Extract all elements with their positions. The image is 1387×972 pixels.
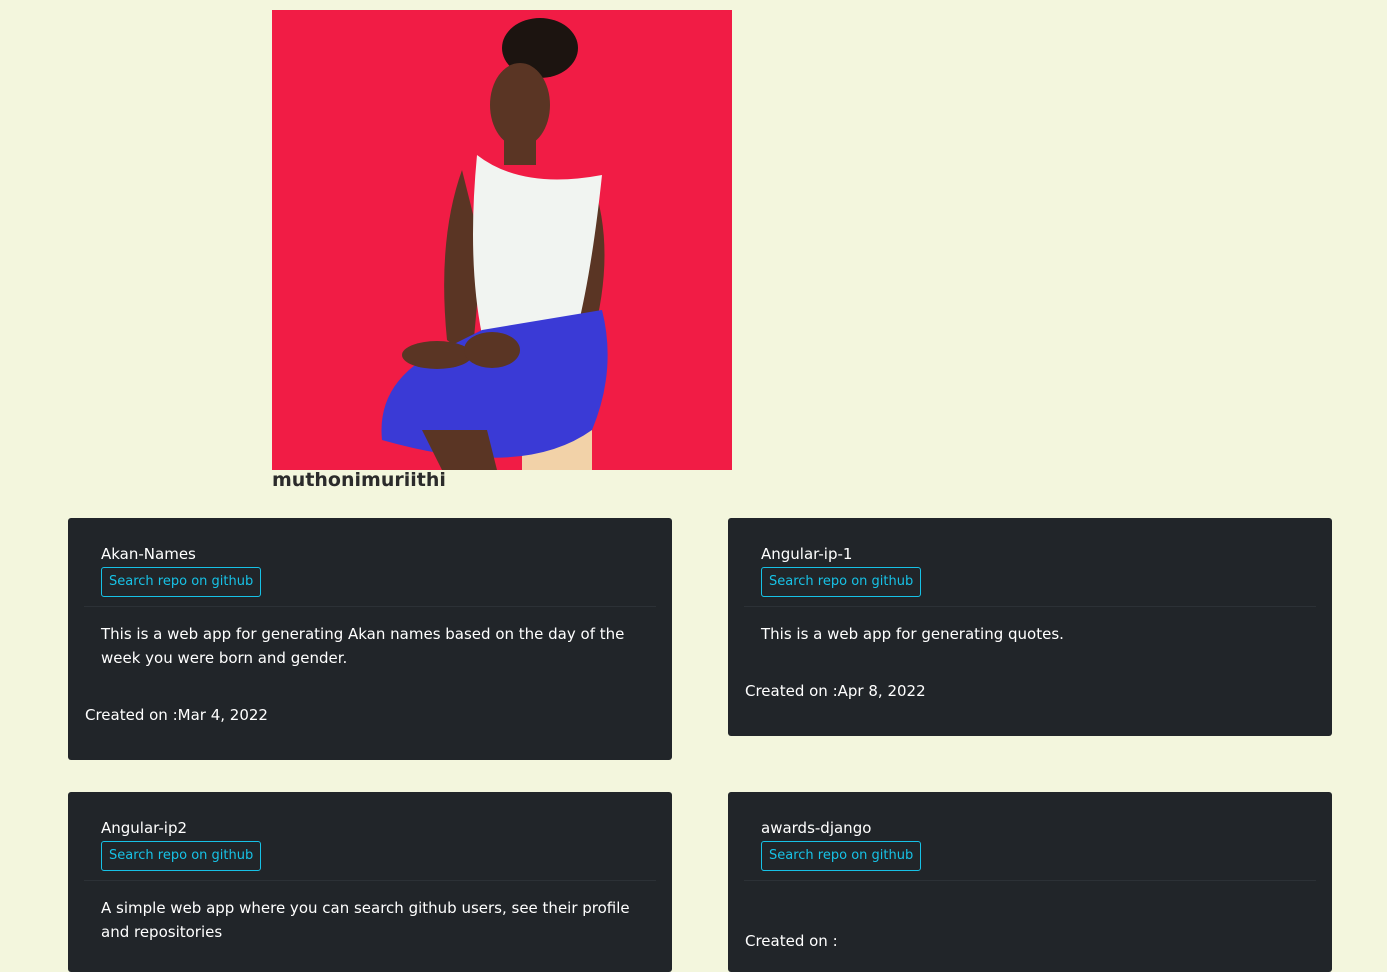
repo-card: Angular-ip-1 Search repo on github This … — [728, 518, 1332, 736]
repo-name: Akan-Names — [101, 545, 196, 563]
repo-name: Angular-ip2 — [101, 819, 188, 837]
search-repo-github-button[interactable]: Search repo on github — [761, 841, 922, 871]
repo-name: Angular-ip-1 — [761, 545, 853, 563]
card-divider — [744, 606, 1316, 607]
repo-description: This is a web app for generating quotes. — [761, 625, 1064, 643]
search-repo-github-button[interactable]: Search repo on github — [761, 567, 922, 597]
repo-created: Created on :Apr 8, 2022 — [745, 682, 926, 700]
repo-card: Angular-ip2 Search repo on github A simp… — [68, 792, 672, 972]
card-divider — [84, 606, 656, 607]
repo-description: This is a web app for generating Akan na… — [101, 625, 625, 667]
search-repo-github-button[interactable]: Search repo on github — [101, 841, 262, 871]
repo-card: Akan-Names Search repo on github This is… — [68, 518, 672, 760]
profile-username: muthonimuriithi — [272, 469, 446, 491]
card-divider — [84, 880, 656, 881]
repo-card: awards-django Search repo on github Crea… — [728, 792, 1332, 972]
card-divider — [744, 880, 1316, 881]
repo-description: A simple web app where you can search gi… — [101, 899, 630, 941]
repo-name: awards-django — [761, 819, 872, 837]
profile-photo — [272, 10, 732, 470]
repo-created: Created on : — [745, 932, 838, 950]
search-repo-github-button[interactable]: Search repo on github — [101, 567, 262, 597]
repo-created: Created on :Mar 4, 2022 — [85, 706, 268, 724]
